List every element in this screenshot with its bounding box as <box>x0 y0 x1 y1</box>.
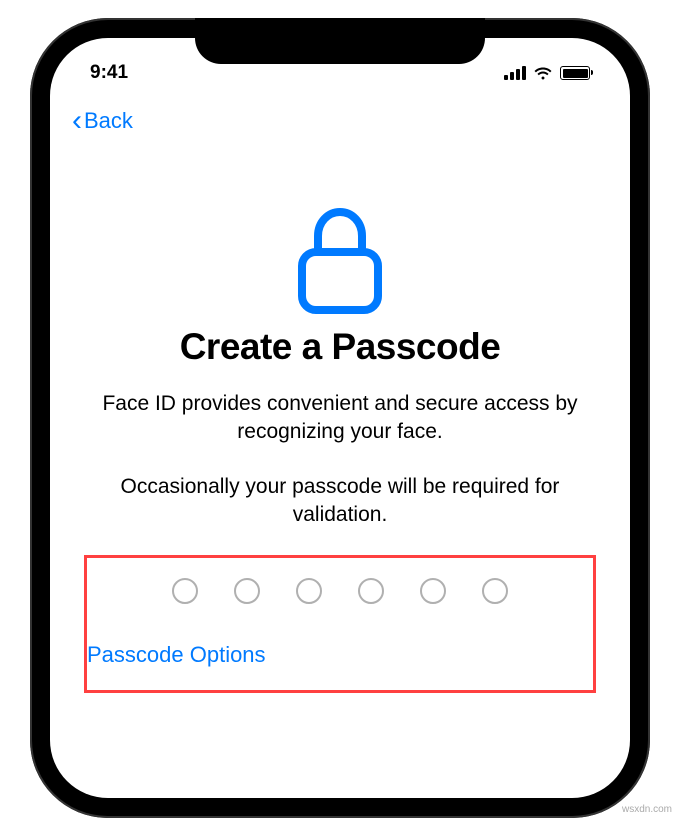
highlight-annotation: Passcode Options <box>84 555 596 693</box>
passcode-digit <box>358 578 384 604</box>
passcode-options-link[interactable]: Passcode Options <box>87 642 593 668</box>
subtitle-line-1: Face ID provides convenient and secure a… <box>90 390 590 447</box>
passcode-digit <box>420 578 446 604</box>
lock-icon <box>294 200 386 320</box>
status-indicators <box>500 66 590 81</box>
page-title: Create a Passcode <box>90 326 590 368</box>
passcode-input[interactable] <box>87 578 593 604</box>
nav-bar: ‹ Back <box>50 98 630 136</box>
main-content: Create a Passcode Face ID provides conve… <box>50 136 630 529</box>
passcode-digit <box>234 578 260 604</box>
passcode-digit <box>482 578 508 604</box>
battery-icon <box>560 66 590 80</box>
back-label: Back <box>84 108 133 134</box>
wifi-icon <box>533 66 553 81</box>
back-button[interactable]: ‹ Back <box>72 106 133 136</box>
watermark: wsxdn.com <box>622 804 672 815</box>
chevron-left-icon: ‹ <box>72 106 82 136</box>
phone-frame: 9:41 ‹ Back <box>30 18 650 818</box>
subtitle-line-2: Occasionally your passcode will be requi… <box>90 473 590 530</box>
passcode-digit <box>296 578 322 604</box>
passcode-digit <box>172 578 198 604</box>
cellular-signal-icon <box>504 66 526 80</box>
status-time: 9:41 <box>90 62 180 84</box>
phone-screen: 9:41 ‹ Back <box>50 38 630 798</box>
phone-notch <box>195 18 485 64</box>
